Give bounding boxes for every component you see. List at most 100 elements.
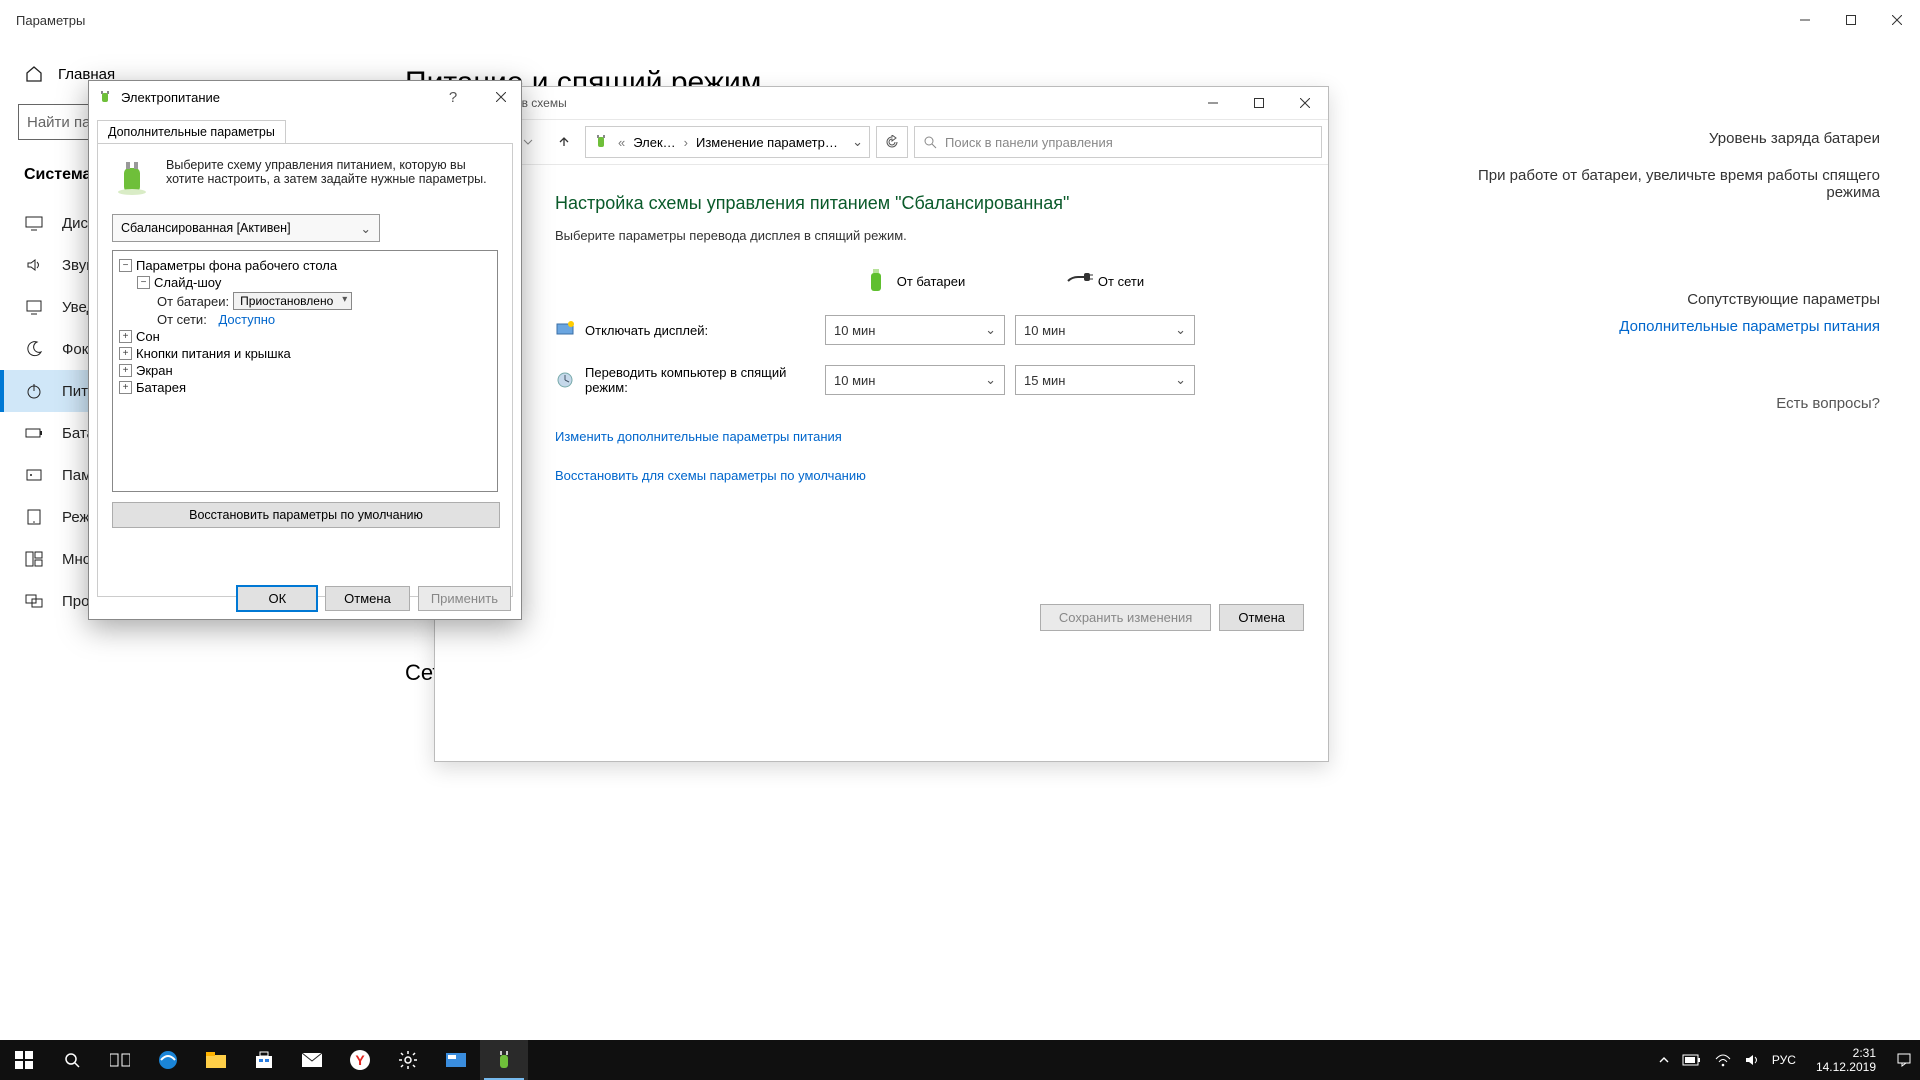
taskbar: Y РУС 2:31 14.12.2019 xyxy=(0,1040,1920,1080)
tray-language[interactable]: РУС xyxy=(1772,1053,1796,1067)
right-hint: При работе от батареи, увеличьте время р… xyxy=(1460,167,1880,201)
taskbar-app-settings[interactable] xyxy=(384,1040,432,1080)
row-display-text: Отключать дисплей: xyxy=(585,323,708,338)
right-adv-link[interactable]: Дополнительные параметры питания xyxy=(1460,318,1880,335)
dlg-close-button[interactable] xyxy=(481,81,521,113)
tray-notifications-icon[interactable] xyxy=(1896,1052,1912,1068)
battery-icon xyxy=(865,267,887,295)
taskbar-app-explorer[interactable] xyxy=(192,1040,240,1080)
cp-subtext: Выберите параметры перевода дисплея в сп… xyxy=(555,228,1288,243)
breadcrumb-dropdown-icon[interactable]: ⌄ xyxy=(852,134,863,150)
dlg-tabs: Дополнительные параметры xyxy=(97,119,513,143)
col-header-battery-label: От батареи xyxy=(897,274,966,289)
tray-wifi-icon[interactable] xyxy=(1714,1053,1732,1067)
tablet-icon xyxy=(24,507,44,527)
tray-battery-icon[interactable] xyxy=(1682,1054,1702,1066)
moon-icon xyxy=(24,339,44,359)
tree-value-link[interactable]: Доступно xyxy=(218,312,275,327)
cp-search[interactable]: Поиск в панели управления xyxy=(914,126,1322,158)
tree-node-slideshow[interactable]: − Слайд-шоу xyxy=(117,274,493,291)
refresh-button[interactable] xyxy=(876,126,908,158)
tray-overflow-icon[interactable] xyxy=(1658,1054,1670,1066)
tree-node-buttons-lid[interactable]: + Кнопки питания и крышка xyxy=(117,345,493,362)
breadcrumb-item-2[interactable]: Изменение параметр… xyxy=(696,135,838,150)
taskbar-tray: РУС 2:31 14.12.2019 xyxy=(1650,1046,1920,1075)
cp-heading: Настройка схемы управления питанием "Сба… xyxy=(555,193,1288,214)
link-advanced-power[interactable]: Изменить дополнительные параметры питани… xyxy=(555,429,1288,444)
minimize-button[interactable] xyxy=(1782,5,1828,35)
tray-time: 2:31 xyxy=(1816,1046,1876,1060)
display-icon xyxy=(24,213,44,233)
save-button[interactable]: Сохранить изменения xyxy=(1040,604,1212,631)
taskbar-app-edge[interactable] xyxy=(144,1040,192,1080)
close-button[interactable] xyxy=(1874,5,1920,35)
settings-tree[interactable]: − Параметры фона рабочего стола − Слайд-… xyxy=(112,250,498,492)
tree-value-label: От батареи: xyxy=(157,294,229,309)
chevron-right-icon: › xyxy=(680,135,692,150)
scheme-selected: Сбалансированная [Активен] xyxy=(121,221,291,235)
expand-icon[interactable]: + xyxy=(119,347,132,360)
link-restore-defaults[interactable]: Восстановить для схемы параметры по умол… xyxy=(555,468,1288,483)
dd-value: 10 мин xyxy=(834,373,875,388)
tree-value-plugged[interactable]: От сети: Доступно xyxy=(117,311,493,328)
task-view-button[interactable] xyxy=(96,1040,144,1080)
taskbar-search[interactable] xyxy=(48,1040,96,1080)
taskbar-app-power-options[interactable] xyxy=(480,1040,528,1080)
dd-sleep-plugged[interactable]: 15 мин⌄ xyxy=(1015,365,1195,395)
dd-display-plugged[interactable]: 10 мин⌄ xyxy=(1015,315,1195,345)
tray-volume-icon[interactable] xyxy=(1744,1053,1760,1067)
cancel-button[interactable]: Отмена xyxy=(325,586,410,611)
scheme-select[interactable]: Сбалансированная [Активен] ⌄ xyxy=(112,214,380,242)
power-options-dialog: Электропитание ? Дополнительные параметр… xyxy=(88,80,522,620)
start-button[interactable] xyxy=(0,1040,48,1080)
sleep-icon xyxy=(555,370,575,390)
battery-icon xyxy=(24,423,44,443)
nav-up-button[interactable] xyxy=(549,127,579,157)
expand-icon[interactable]: + xyxy=(119,330,132,343)
breadcrumb[interactable]: « Элек… › Изменение параметр… ⌄ xyxy=(585,126,870,158)
cancel-button[interactable]: Отмена xyxy=(1219,604,1304,631)
breadcrumb-item-1[interactable]: Элек… xyxy=(633,135,675,150)
tree-node-desktop-bg[interactable]: − Параметры фона рабочего стола xyxy=(117,257,493,274)
dd-display-battery[interactable]: 10 мин⌄ xyxy=(825,315,1005,345)
right-related: Сопутствующие параметры xyxy=(1460,291,1880,308)
tree-node-battery[interactable]: + Батарея xyxy=(117,379,493,396)
cp-minimize-button[interactable] xyxy=(1190,87,1236,119)
tray-clock[interactable]: 2:31 14.12.2019 xyxy=(1808,1046,1884,1075)
tray-date: 14.12.2019 xyxy=(1816,1060,1876,1074)
dlg-titlebar: Электропитание ? xyxy=(89,81,521,113)
tree-label: Слайд-шоу xyxy=(154,275,221,290)
tree-value-battery[interactable]: От батареи: Приостановлено xyxy=(117,291,493,311)
expand-icon[interactable]: + xyxy=(119,364,132,377)
dd-value: 10 мин xyxy=(834,323,875,338)
power-plan-large-icon xyxy=(112,158,152,198)
tree-node-screen[interactable]: + Экран xyxy=(117,362,493,379)
collapse-icon[interactable]: − xyxy=(119,259,132,272)
ok-button[interactable]: ОК xyxy=(237,586,317,611)
cp-close-button[interactable] xyxy=(1282,87,1328,119)
dlg-help-button[interactable]: ? xyxy=(433,81,473,113)
col-header-plugged: От сети xyxy=(1015,267,1195,295)
taskbar-app-yandex[interactable]: Y xyxy=(336,1040,384,1080)
tree-node-sleep[interactable]: + Сон xyxy=(117,328,493,345)
project-icon xyxy=(24,591,44,611)
taskbar-app-generic[interactable] xyxy=(432,1040,480,1080)
dd-sleep-battery[interactable]: 10 мин⌄ xyxy=(825,365,1005,395)
tree-value-label: От сети: xyxy=(157,312,207,327)
taskbar-app-mail[interactable] xyxy=(288,1040,336,1080)
right-topic: Уровень заряда батареи xyxy=(1460,130,1880,147)
maximize-button[interactable] xyxy=(1828,5,1874,35)
tab-advanced[interactable]: Дополнительные параметры xyxy=(97,120,286,144)
cp-titlebar: ие параметров схемы xyxy=(435,87,1328,119)
dlg-description: Выберите схему управления питанием, кото… xyxy=(166,158,498,198)
collapse-icon[interactable]: − xyxy=(137,276,150,289)
cp-maximize-button[interactable] xyxy=(1236,87,1282,119)
dd-value: 10 мин xyxy=(1024,323,1065,338)
apply-button[interactable]: Применить xyxy=(418,586,511,611)
tree-value-dropdown[interactable]: Приостановлено xyxy=(233,292,352,310)
power-plan-icon xyxy=(97,89,113,105)
breadcrumb-sep: « xyxy=(614,135,629,150)
taskbar-app-store[interactable] xyxy=(240,1040,288,1080)
restore-defaults-button[interactable]: Восстановить параметры по умолчанию xyxy=(112,502,500,528)
expand-icon[interactable]: + xyxy=(119,381,132,394)
